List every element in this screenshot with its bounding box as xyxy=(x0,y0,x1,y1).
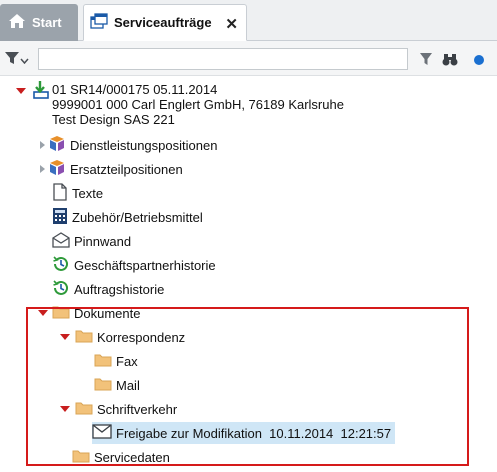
expand-arrow-icon[interactable] xyxy=(60,334,70,340)
folder-icon xyxy=(52,304,70,322)
document-icon xyxy=(52,182,68,204)
folder-icon xyxy=(94,352,112,370)
cubes-icon xyxy=(48,135,66,156)
search-input[interactable] xyxy=(38,48,408,70)
status-dot-icon[interactable] xyxy=(474,55,484,65)
tree-item-zubehoer[interactable]: Zubehör/Betriebsmittel xyxy=(52,206,203,228)
history-icon xyxy=(52,255,70,276)
tree-item-label: Schriftverkehr xyxy=(97,401,178,417)
folder-icon xyxy=(94,376,112,394)
chevron-down-icon xyxy=(20,52,29,67)
tree-item-label: Korrespondenz xyxy=(97,329,186,345)
tree-item-label: Freigabe zur Modifikation 10.11.2014 12:… xyxy=(116,425,392,441)
home-icon xyxy=(8,13,26,32)
download-document-icon xyxy=(30,80,50,103)
tab-serviceauftraege[interactable]: Serviceaufträge ✕ xyxy=(83,4,247,41)
tree-root-node[interactable] xyxy=(16,80,50,102)
filter-icon[interactable] xyxy=(419,51,433,70)
tree-item-mail[interactable]: Mail xyxy=(94,374,140,396)
tree-item-freigabe-zur-modifikation[interactable]: Freigabe zur Modifikation 10.11.2014 12:… xyxy=(92,422,396,444)
collapsed-arrow-icon[interactable] xyxy=(40,165,45,173)
tree-item-label: Servicedaten xyxy=(94,449,170,465)
tree-item-dokumente[interactable]: Dokumente xyxy=(38,302,140,324)
tab-start[interactable]: Start xyxy=(0,4,78,41)
tree-item-label: Dienstleistungspositionen xyxy=(70,137,218,153)
tree-item-label: Ersatzteilpositionen xyxy=(70,161,183,177)
tree-item-label: Zubehör/Betriebsmittel xyxy=(72,209,203,225)
customer-line: 9999001 000 Carl Englert GmbH, 76189 Kar… xyxy=(52,97,344,112)
tree-item-texte[interactable]: Texte xyxy=(52,182,103,204)
tree-item-label: Auftragshistorie xyxy=(74,281,165,297)
order-number: 01 SR14/000175 05.11.2014 xyxy=(52,82,218,97)
envelope-icon xyxy=(92,424,112,442)
tree-item-label: Texte xyxy=(72,185,104,201)
tree-item-fax[interactable]: Fax xyxy=(94,350,138,372)
folder-icon xyxy=(75,400,93,418)
folder-icon xyxy=(72,448,90,466)
tree-item-label: Dokumente xyxy=(74,305,141,321)
folder-icon xyxy=(75,328,93,346)
windows-icon xyxy=(90,13,108,32)
tree-item-auftragshistorie[interactable]: Auftragshistorie xyxy=(52,278,164,300)
tree-item-label: Mail xyxy=(116,377,140,393)
tree-item-servicedaten[interactable]: Servicedaten xyxy=(72,446,170,468)
design-line: Test Design SAS 221 xyxy=(52,112,175,127)
tree-item-label: Fax xyxy=(116,353,138,369)
collapsed-arrow-icon[interactable] xyxy=(40,141,45,149)
binoculars-icon[interactable] xyxy=(442,51,458,70)
close-icon[interactable]: ✕ xyxy=(225,15,238,33)
envelope-icon xyxy=(52,231,70,251)
tab-bar: Start Serviceaufträge ✕ xyxy=(0,0,497,41)
tree-item-ersatzteilpositionen[interactable]: Ersatzteilpositionen xyxy=(40,158,183,180)
filter-toolbar xyxy=(0,41,497,76)
history-icon xyxy=(52,279,70,300)
funnel-icon xyxy=(4,50,20,69)
expand-arrow-icon[interactable] xyxy=(16,88,26,94)
tree-item-dienstleistungspositionen[interactable]: Dienstleistungspositionen xyxy=(40,134,217,156)
cubes-icon xyxy=(48,159,66,180)
tree-item-label: Geschäftspartnerhistorie xyxy=(74,257,216,273)
tab-start-label: Start xyxy=(32,15,62,30)
tree-root-details: 01 SR14/000175 05.11.2014 9999001 000 Ca… xyxy=(52,82,344,127)
tree-item-geschaeftspartnerhistorie[interactable]: Geschäftspartnerhistorie xyxy=(52,254,216,276)
filter-dropdown-button[interactable] xyxy=(4,49,32,69)
tree-item-schriftverkehr[interactable]: Schriftverkehr xyxy=(60,398,177,420)
tab-serviceauftraege-label: Serviceaufträge xyxy=(114,15,212,30)
calculator-icon xyxy=(52,207,68,228)
document-tree: 01 SR14/000175 05.11.2014 9999001 000 Ca… xyxy=(0,76,497,472)
tree-item-korrespondenz[interactable]: Korrespondenz xyxy=(60,326,185,348)
expand-arrow-icon[interactable] xyxy=(38,310,48,316)
expand-arrow-icon[interactable] xyxy=(60,406,70,412)
tree-item-label: Pinnwand xyxy=(74,233,132,249)
tree-item-pinnwand[interactable]: Pinnwand xyxy=(52,230,131,252)
